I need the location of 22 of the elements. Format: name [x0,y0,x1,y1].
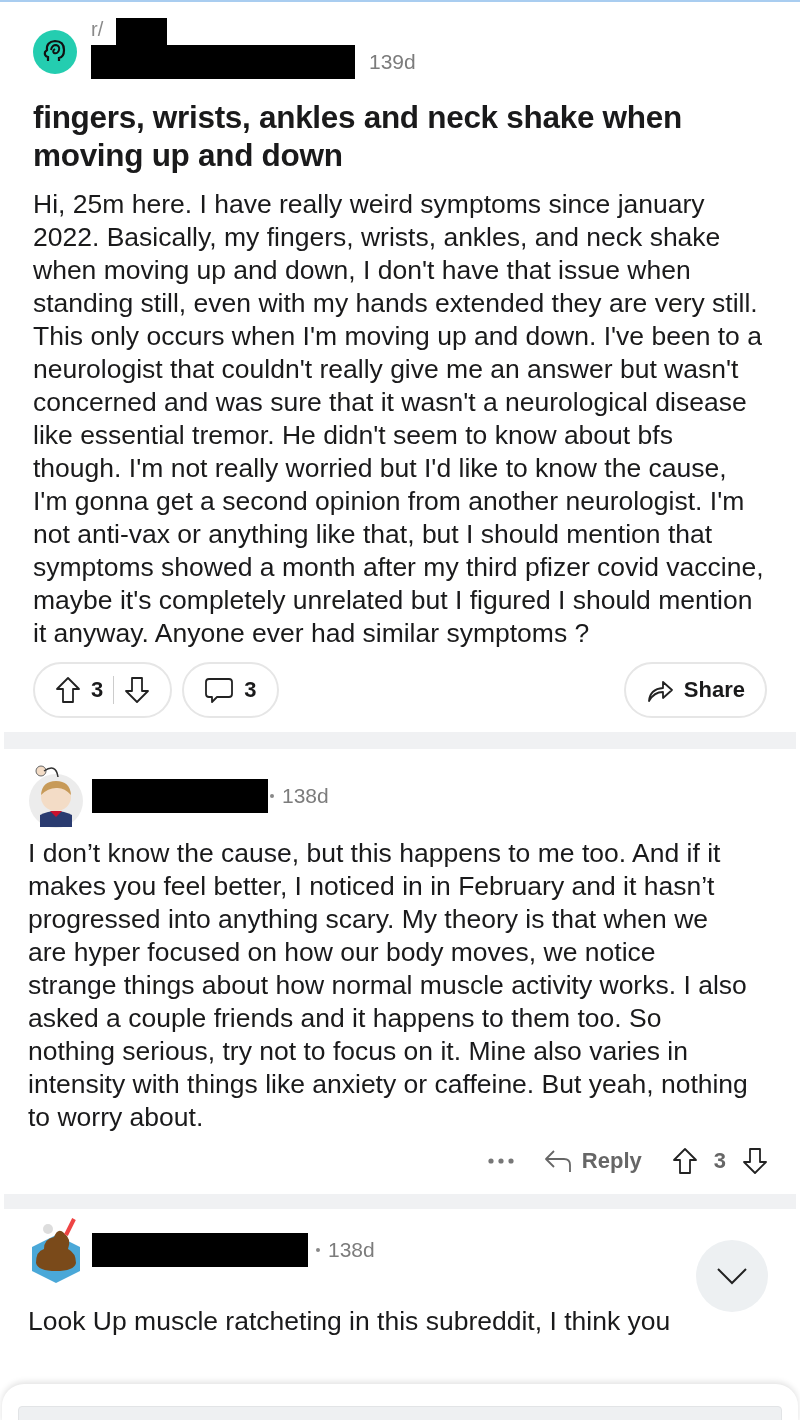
upvote-icon[interactable] [671,1147,698,1175]
chevron-down-icon [716,1267,748,1285]
comment-icon [204,675,235,705]
reply-button[interactable]: Reply [543,1148,642,1174]
user-avatar[interactable] [28,763,84,829]
comment-body: Look Up muscle ratcheting in this subreddit, I think you [28,1305,672,1338]
upvote-icon[interactable] [55,676,81,704]
vote-count: 3 [91,677,104,703]
post-body: Hi, 25m here. I have really weird symptoms since january 2022. Basically, my fingers, wrists, ankles, and neck shake when moving up and down, I don't have that issue when standing still, even with my hands extended they are very still. This only occurs when I'm moving up and down. I've been to a neurologist that couldn't really give me an answer but wasn't concerned and was sure that it wasn't a neurological disease like essential tremor. He didn't seem to know about bfs though. I'm not really worried but I'd like to know the cause, I'm gonna get a second opinion from another neurologist. I'm not anti-vax or anything like that, but I should mention that symptoms showed a month after my third pfizer covid vaccine, maybe it's completely unrelated but I figured I should mention it anyway. Anyone ever had similar symptoms ? [33,188,765,650]
downvote-icon[interactable] [742,1147,768,1175]
comments-button[interactable]: 3 [182,662,279,718]
post-age: 139d [369,50,416,74]
more-icon[interactable] [487,1157,514,1165]
comment-age: 138d [282,784,329,808]
downvote-icon[interactable] [124,676,151,704]
vote-count: 3 [713,1148,726,1174]
share-button[interactable]: Share [623,662,767,718]
reply-icon [543,1149,572,1173]
community-avatar[interactable] [33,30,77,74]
post-title: fingers, wrists, ankles and neck shake when moving up and down [33,98,683,174]
comment-age: 138d [328,1238,375,1262]
comment-body: I don’t know the cause, but this happens to me too. And if it makes you feel better, I noticed in in February and it hasn’t progressed into anything scary. My theory is that when we are hyper focused on how our body moves, we notice strange things about how normal muscle activity works. I also asked a couple friends and it happens to them too. So nothing serious, try not to focus on it. Mine also varies in intensity with things like anxiety or caffeine. But yeah, nothing to worry about. [28,837,748,1134]
